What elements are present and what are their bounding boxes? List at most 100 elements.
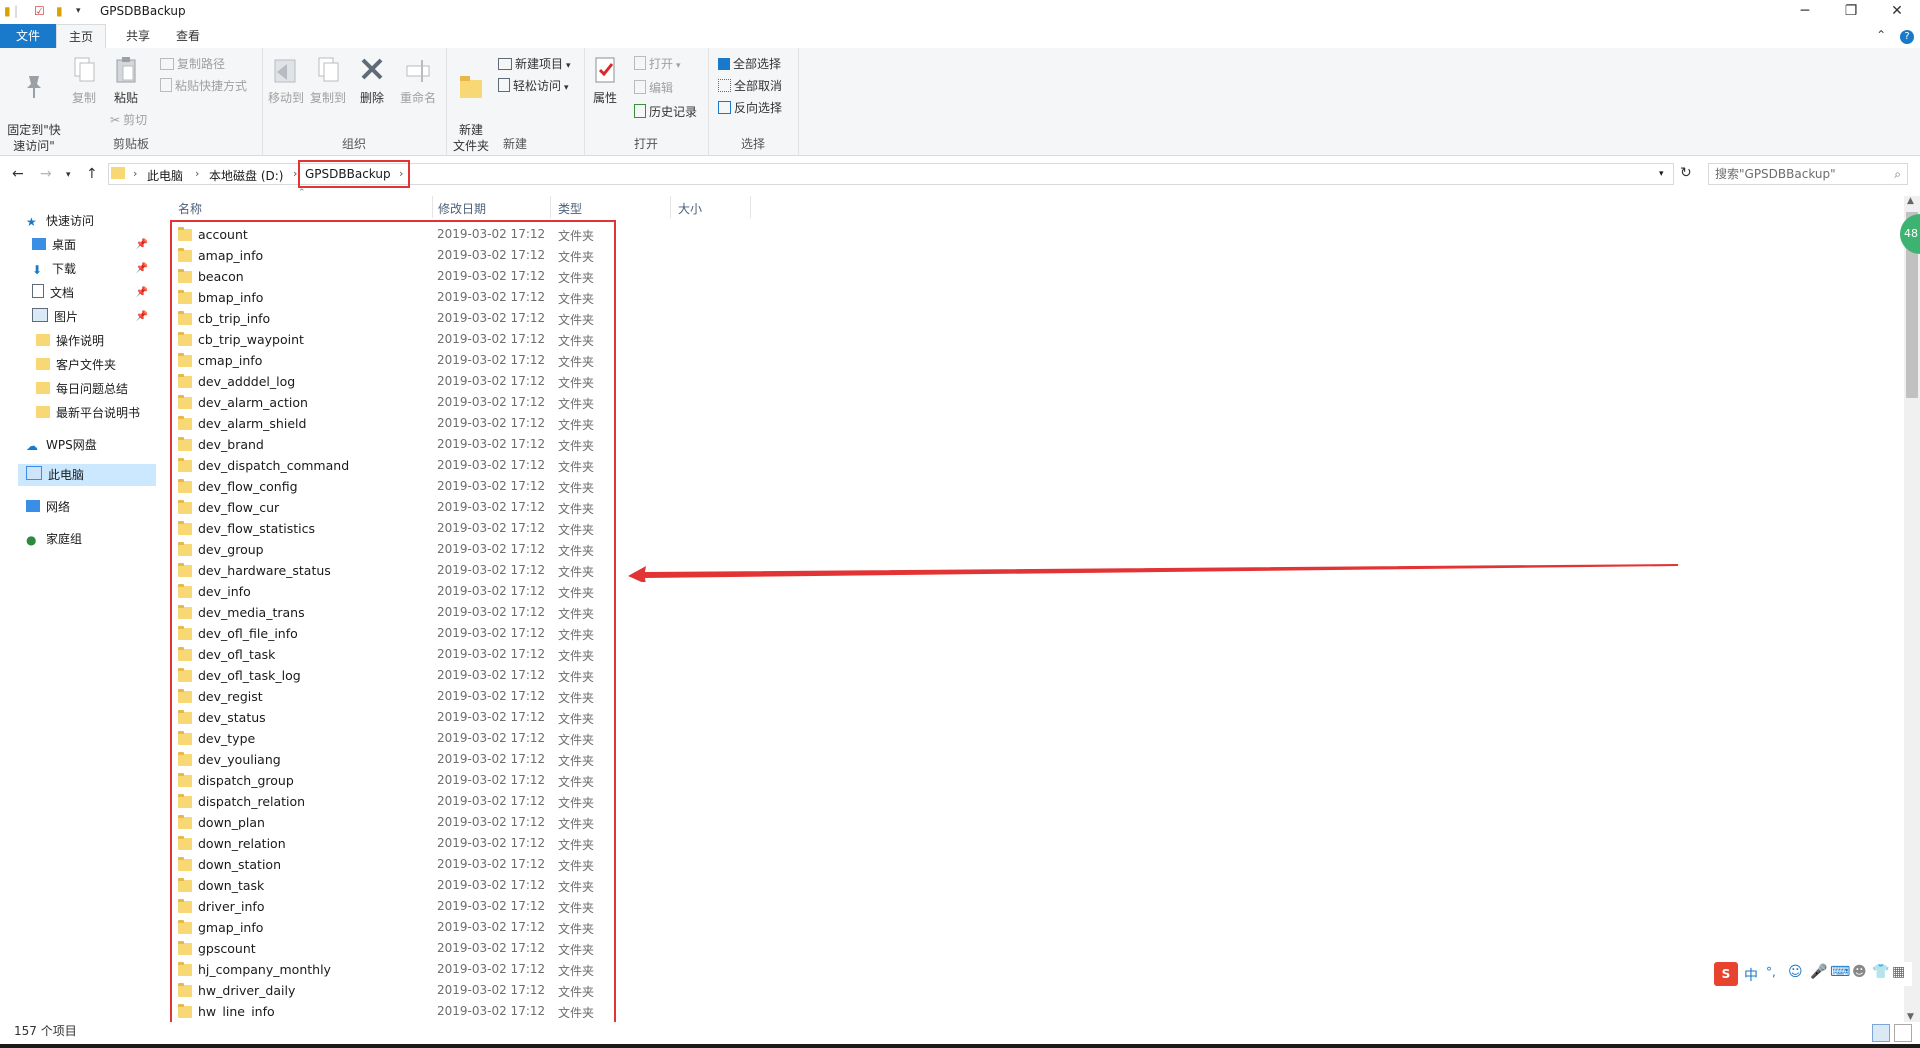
close-button[interactable]: ✕ — [1874, 0, 1920, 24]
nav-folder-platform-manual[interactable]: 最新平台说明书 — [36, 402, 140, 424]
column-header-name[interactable]: 名称 — [178, 200, 202, 217]
help-icon[interactable]: ? — [1900, 30, 1914, 44]
collapse-ribbon-icon[interactable]: ⌃ — [1876, 28, 1886, 42]
emoji-icon[interactable]: ☺ — [1788, 964, 1803, 980]
paste-icon — [116, 57, 136, 83]
minimize-button[interactable]: ─ — [1782, 0, 1828, 24]
pin-icon[interactable]: 📌 — [136, 306, 148, 328]
copy-path-button[interactable]: 复制路径 — [160, 54, 225, 74]
column-header-size[interactable]: 大小 — [678, 200, 702, 217]
pin-icon[interactable]: 📌 — [136, 258, 148, 280]
open-group-label: 打开 — [633, 137, 658, 151]
nav-folder-instructions[interactable]: 操作说明 — [36, 330, 104, 352]
properties-quick-icon[interactable]: ☑ — [34, 4, 45, 18]
nav-documents[interactable]: 文档 📌 — [32, 282, 156, 304]
paste-button[interactable]: 粘贴 — [106, 54, 146, 106]
back-arrow-icon[interactable]: ← — [12, 166, 24, 182]
ime-language[interactable]: 中 — [1744, 965, 1758, 985]
nav-pictures[interactable]: 图片 📌 — [32, 306, 156, 328]
column-header-date[interactable]: 修改日期 — [438, 200, 486, 217]
tab-view[interactable]: 查看 — [162, 24, 214, 48]
status-bar: 157 个项目 — [0, 1022, 1920, 1046]
rename-button[interactable]: 重命名 — [396, 54, 440, 106]
properties-icon — [595, 57, 615, 83]
paste-shortcut-icon — [160, 78, 172, 92]
nav-folder-customers[interactable]: 客户文件夹 — [36, 354, 116, 376]
tab-home[interactable]: 主页 — [56, 24, 106, 48]
keyboard-icon[interactable]: ⌨ — [1830, 964, 1850, 980]
nav-quick-access[interactable]: ★ 快速访问 — [26, 210, 156, 232]
copy-to-button[interactable]: 复制到 — [308, 54, 348, 106]
breadcrumb-separator[interactable]: › — [195, 167, 199, 180]
scroll-up-icon[interactable]: ▲ — [1907, 196, 1914, 206]
history-button[interactable]: 历史记录 — [634, 102, 697, 122]
annotation-arrow — [628, 564, 1678, 582]
address-row: ← → ▾ ↑ › 此电脑 › 本地磁盘 (D:) › GPSDBBackup … — [0, 156, 1920, 192]
new-item-button[interactable]: 新建项目 ▾ — [498, 54, 571, 74]
up-arrow-icon[interactable]: ↑ — [86, 166, 98, 182]
delete-button[interactable]: 删除 — [356, 54, 388, 106]
rename-icon — [406, 60, 430, 82]
easy-access-button[interactable]: 轻松访问 ▾ — [498, 76, 569, 96]
pin-icon[interactable]: 📌 — [136, 234, 148, 256]
invert-selection-button[interactable]: 反向选择 — [718, 98, 782, 118]
copy-button[interactable]: 复制 — [66, 54, 102, 106]
properties-button[interactable]: 属性 — [588, 54, 622, 106]
cut-button[interactable]: ✂ 剪切 — [110, 110, 147, 130]
delete-icon — [361, 58, 383, 80]
nav-network[interactable]: 网络 — [26, 496, 70, 518]
breadcrumb-drive-d[interactable]: 本地磁盘 (D:) — [209, 167, 283, 184]
nav-this-pc[interactable]: 此电脑 — [26, 464, 84, 486]
nav-folder-daily-issues[interactable]: 每日问题总结 — [36, 378, 128, 400]
select-group: 全部选择 全部取消 反向选择 选择 — [708, 48, 799, 155]
pin-icon[interactable]: 📌 — [136, 282, 148, 304]
tab-file[interactable]: 文件 — [0, 24, 56, 48]
customize-quick-access-icon[interactable]: ▾ — [76, 6, 81, 16]
breadcrumb-separator[interactable]: › — [133, 167, 137, 180]
punctuation-icon[interactable]: °, — [1766, 965, 1776, 979]
column-divider[interactable] — [750, 196, 751, 218]
nav-homegroup[interactable]: ● 家庭组 — [26, 528, 82, 550]
details-view-icon[interactable] — [1872, 1024, 1890, 1042]
nav-desktop[interactable]: 桌面 📌 — [32, 234, 156, 256]
computer-icon — [26, 466, 42, 480]
refresh-icon[interactable]: ↻ — [1680, 165, 1692, 181]
skin-icon[interactable]: 👕 — [1872, 964, 1889, 980]
recent-locations-icon[interactable]: ▾ — [66, 170, 71, 180]
nav-wps-cloud[interactable]: ☁ WPS网盘 — [26, 434, 97, 456]
select-all-button[interactable]: 全部选择 — [718, 54, 781, 74]
address-history-dropdown-icon[interactable]: ▾ — [1659, 169, 1664, 179]
tab-share[interactable]: 共享 — [112, 24, 164, 48]
maximize-button[interactable]: ❐ — [1828, 0, 1874, 24]
microphone-icon[interactable]: 🎤 — [1810, 964, 1827, 980]
column-header-type[interactable]: 类型 — [558, 200, 582, 217]
select-none-button[interactable]: 全部取消 — [718, 76, 782, 96]
paste-shortcut-button[interactable]: 粘贴快捷方式 — [160, 76, 247, 96]
user-icon[interactable]: ☻ — [1852, 964, 1867, 980]
navigation-pane: ★ 快速访问 桌面 📌 ⬇ 下载 📌 文档 📌 图片 📌 操作说明 客户文件夹 每日问题总结… — [0, 200, 160, 1020]
vertical-scrollbar[interactable]: ▲ ▼ — [1904, 196, 1920, 1022]
pin-icon — [27, 76, 41, 98]
nav-downloads[interactable]: ⬇ 下载 📌 — [32, 258, 156, 280]
large-icons-view-icon[interactable] — [1894, 1024, 1912, 1042]
open-button[interactable]: 打开 ▾ — [634, 54, 681, 74]
search-icon: ⌕ — [1894, 167, 1901, 181]
title-bar: ▮ | ☑ ▮ ▾ GPSDBBackup ─ ❐ ✕ — [0, 0, 1920, 24]
forward-arrow-icon[interactable]: → — [40, 166, 52, 182]
breadcrumb-this-pc[interactable]: 此电脑 — [147, 167, 183, 184]
column-divider[interactable] — [670, 196, 671, 218]
pictures-icon — [32, 308, 48, 322]
taskbar-edge — [0, 1044, 1920, 1048]
move-to-button[interactable]: 移动到 — [266, 54, 306, 106]
sogou-logo-icon[interactable]: S — [1714, 962, 1738, 986]
column-divider[interactable] — [550, 196, 551, 218]
breadcrumb-separator[interactable]: › — [293, 167, 297, 180]
new-folder-quick-icon[interactable]: ▮ — [56, 4, 63, 18]
dropdown-arrow-icon: ▾ — [566, 61, 571, 71]
search-input[interactable]: 搜索"GPSDBBackup" ⌕ — [1708, 163, 1908, 185]
floating-badge[interactable]: 48 — [1900, 214, 1920, 254]
scroll-down-icon[interactable]: ▼ — [1907, 1012, 1914, 1022]
edit-button[interactable]: 编辑 — [634, 78, 673, 98]
toolbox-icon[interactable]: ▦ — [1892, 964, 1905, 980]
column-divider[interactable] — [432, 196, 433, 218]
